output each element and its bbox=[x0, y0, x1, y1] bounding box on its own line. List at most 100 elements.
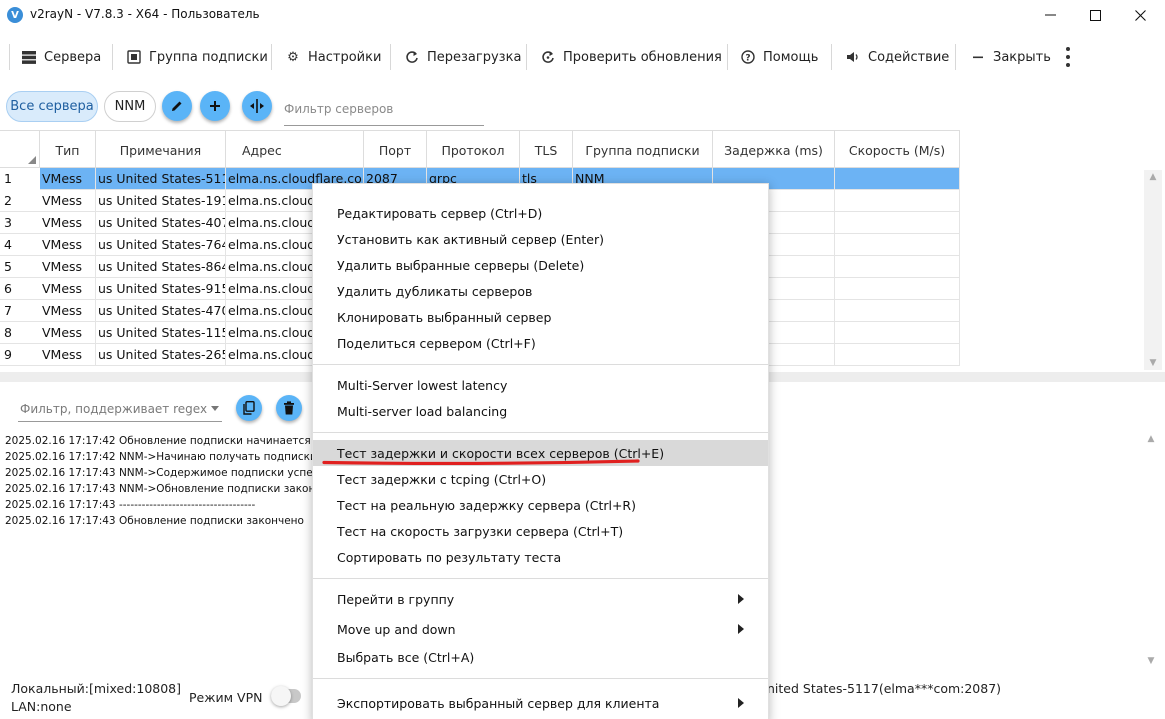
header-remarks[interactable]: Примечания bbox=[96, 131, 226, 169]
context-menu-item[interactable]: Поделиться сервером (Ctrl+F) bbox=[313, 330, 768, 356]
close-app-button[interactable]: Закрыть bbox=[971, 38, 1051, 76]
settings-label: Настройки bbox=[308, 49, 382, 65]
maximize-button[interactable] bbox=[1072, 0, 1118, 30]
group-chip-nnm[interactable]: NNM bbox=[104, 91, 156, 122]
cell-remarks: us United States-5117 bbox=[96, 168, 226, 190]
cell-remarks: us United States-4070 bbox=[96, 212, 226, 234]
lan-status: LAN:none bbox=[11, 699, 72, 714]
context-menu-item[interactable]: Тест задержки и скорости всех серверов (… bbox=[313, 440, 768, 466]
menu-item-label: Multi-server load balancing bbox=[337, 403, 508, 419]
reload-button[interactable]: Перезагрузка bbox=[405, 38, 521, 76]
context-menu-item[interactable]: Тест на реальную задержку сервера (Ctrl+… bbox=[313, 492, 768, 518]
cell-speed bbox=[835, 278, 960, 300]
context-menu-item[interactable]: Сортировать по результату теста bbox=[313, 544, 768, 570]
menu-item-label: Поделиться сервером (Ctrl+F) bbox=[337, 335, 536, 351]
log-line: 2025.02.16 17:17:43 Обновление подписки … bbox=[5, 515, 304, 527]
context-menu-item[interactable]: Клонировать выбранный сервер bbox=[313, 304, 768, 330]
group-chip-all-servers[interactable]: Все сервера bbox=[6, 91, 98, 122]
menu-separator bbox=[313, 678, 768, 679]
settings-menu[interactable]: ⚙ Настройки bbox=[286, 38, 381, 76]
menu-item-label: Выбрать все (Ctrl+A) bbox=[337, 649, 475, 665]
row-number: 6 bbox=[4, 281, 12, 296]
cell-remarks: us United States-4700 bbox=[96, 300, 226, 322]
context-menu-item[interactable]: Перейти в группу bbox=[313, 586, 768, 612]
copy-log-button[interactable] bbox=[236, 395, 262, 421]
cell-type: VMess bbox=[40, 300, 96, 322]
cell-remarks: us United States-2654 bbox=[96, 344, 226, 366]
header-subscription-group[interactable]: Группа подписки bbox=[573, 131, 713, 169]
header-protocol[interactable]: Протокол bbox=[427, 131, 520, 169]
cell-type: VMess bbox=[40, 322, 96, 344]
pencil-icon bbox=[172, 101, 182, 111]
window-title: v2rayN - V7.8.3 - X64 - Пользователь bbox=[30, 7, 260, 21]
context-menu-item[interactable]: Тест на скорость загрузки сервера (Ctrl+… bbox=[313, 518, 768, 544]
cell-speed bbox=[835, 212, 960, 234]
menu-item-label: Экспортировать выбранный сервер для клие… bbox=[337, 695, 660, 711]
clear-log-button[interactable] bbox=[276, 395, 302, 421]
context-menu-item[interactable]: Тест задержки с tcping (Ctrl+O) bbox=[313, 466, 768, 492]
menu-item-label: Тест задержки и скорости всех серверов (… bbox=[337, 445, 665, 461]
toolbar-separator bbox=[727, 44, 728, 70]
menu-item-label: Удалить выбранные серверы (Delete) bbox=[337, 257, 585, 273]
promotion-label: Содействие bbox=[868, 49, 950, 65]
vpn-mode-label: Режим VPN bbox=[189, 690, 263, 705]
header-tls[interactable]: TLS bbox=[520, 131, 573, 169]
row-number: 9 bbox=[4, 347, 12, 362]
cell-remarks: us United States-8641 bbox=[96, 256, 226, 278]
scroll-down-icon[interactable]: ▼ bbox=[1142, 654, 1160, 668]
scroll-up-icon[interactable]: ▲ bbox=[1144, 170, 1162, 184]
log-line: 2025.02.16 17:17:43 NNM->Содержимое подп… bbox=[5, 467, 323, 479]
context-menu-item[interactable]: Выбрать все (Ctrl+A) bbox=[313, 644, 768, 670]
toolbar-separator bbox=[526, 44, 527, 70]
menu-item-label: Клонировать выбранный сервер bbox=[337, 309, 552, 325]
context-menu-item[interactable]: Установить как активный сервер (Enter) bbox=[313, 226, 768, 252]
reload-label: Перезагрузка bbox=[427, 49, 522, 65]
header-port[interactable]: Порт bbox=[364, 131, 427, 169]
menu-separator bbox=[313, 432, 768, 433]
servers-menu-label: Сервера bbox=[44, 49, 102, 65]
context-menu-item[interactable]: Редактировать сервер (Ctrl+D) bbox=[313, 200, 768, 226]
grid-scrollbar[interactable]: ▲ ▼ bbox=[1144, 170, 1162, 370]
help-menu[interactable]: ? Помощь bbox=[741, 38, 818, 76]
log-line: 2025.02.16 17:17:43 NNM->Обновление подп… bbox=[5, 483, 322, 495]
scroll-up-icon[interactable]: ▲ bbox=[1142, 432, 1160, 446]
server-filter-input[interactable] bbox=[284, 92, 484, 126]
add-group-button[interactable] bbox=[200, 91, 230, 121]
log-scrollbar[interactable]: ▲ ▼ bbox=[1142, 432, 1160, 668]
header-latency[interactable]: Задержка (ms) bbox=[713, 131, 835, 169]
main-toolbar: Сервера Группа подписки ⚙ Настройки Пере… bbox=[0, 38, 1165, 76]
subscription-group-menu[interactable]: Группа подписки bbox=[127, 38, 268, 76]
row-number: 2 bbox=[4, 193, 12, 208]
context-menu-item[interactable]: Удалить дубликаты серверов bbox=[313, 278, 768, 304]
header-speed[interactable]: Скорость (M/s) bbox=[835, 131, 960, 169]
cell-speed bbox=[835, 168, 960, 190]
dropdown-arrow-icon[interactable] bbox=[211, 406, 219, 411]
cell-speed bbox=[835, 190, 960, 212]
vpn-mode-toggle[interactable] bbox=[271, 686, 301, 706]
log-filter-input[interactable]: Фильтр, поддерживает regex bbox=[18, 396, 222, 422]
row-number: 5 bbox=[4, 259, 12, 274]
context-menu-item[interactable]: Move up and down bbox=[313, 616, 768, 642]
close-window-button[interactable] bbox=[1117, 0, 1163, 30]
servers-menu[interactable]: Сервера bbox=[22, 38, 101, 76]
header-address[interactable]: Адрес bbox=[226, 131, 364, 169]
scroll-down-icon[interactable]: ▼ bbox=[1144, 356, 1162, 370]
edit-group-button[interactable] bbox=[162, 91, 192, 121]
maximize-icon bbox=[1089, 9, 1101, 21]
cell-type: VMess bbox=[40, 212, 96, 234]
header-type[interactable]: Тип bbox=[40, 131, 96, 169]
menu-item-label: Тест на реальную задержку сервера (Ctrl+… bbox=[337, 497, 636, 513]
cell-speed bbox=[835, 344, 960, 366]
log-line: 2025.02.16 17:17:42 Обновление подписки … bbox=[5, 435, 311, 447]
context-menu-item[interactable]: Multi-server load balancing bbox=[313, 398, 768, 424]
context-menu-item[interactable]: Multi-Server lowest latency bbox=[313, 372, 768, 398]
check-updates-button[interactable]: Проверить обновления bbox=[541, 38, 722, 76]
context-menu-item[interactable]: Экспортировать выбранный сервер для клие… bbox=[313, 690, 768, 716]
promotion-button[interactable]: Содействие bbox=[846, 38, 949, 76]
context-menu-item[interactable]: Удалить выбранные серверы (Delete) bbox=[313, 252, 768, 278]
menu-item-label: Multi-Server lowest latency bbox=[337, 377, 508, 393]
toolbar-separator bbox=[112, 44, 113, 70]
minimize-button[interactable] bbox=[1027, 0, 1073, 30]
more-options-icon[interactable] bbox=[1063, 47, 1073, 67]
move-to-group-button[interactable] bbox=[242, 91, 272, 121]
